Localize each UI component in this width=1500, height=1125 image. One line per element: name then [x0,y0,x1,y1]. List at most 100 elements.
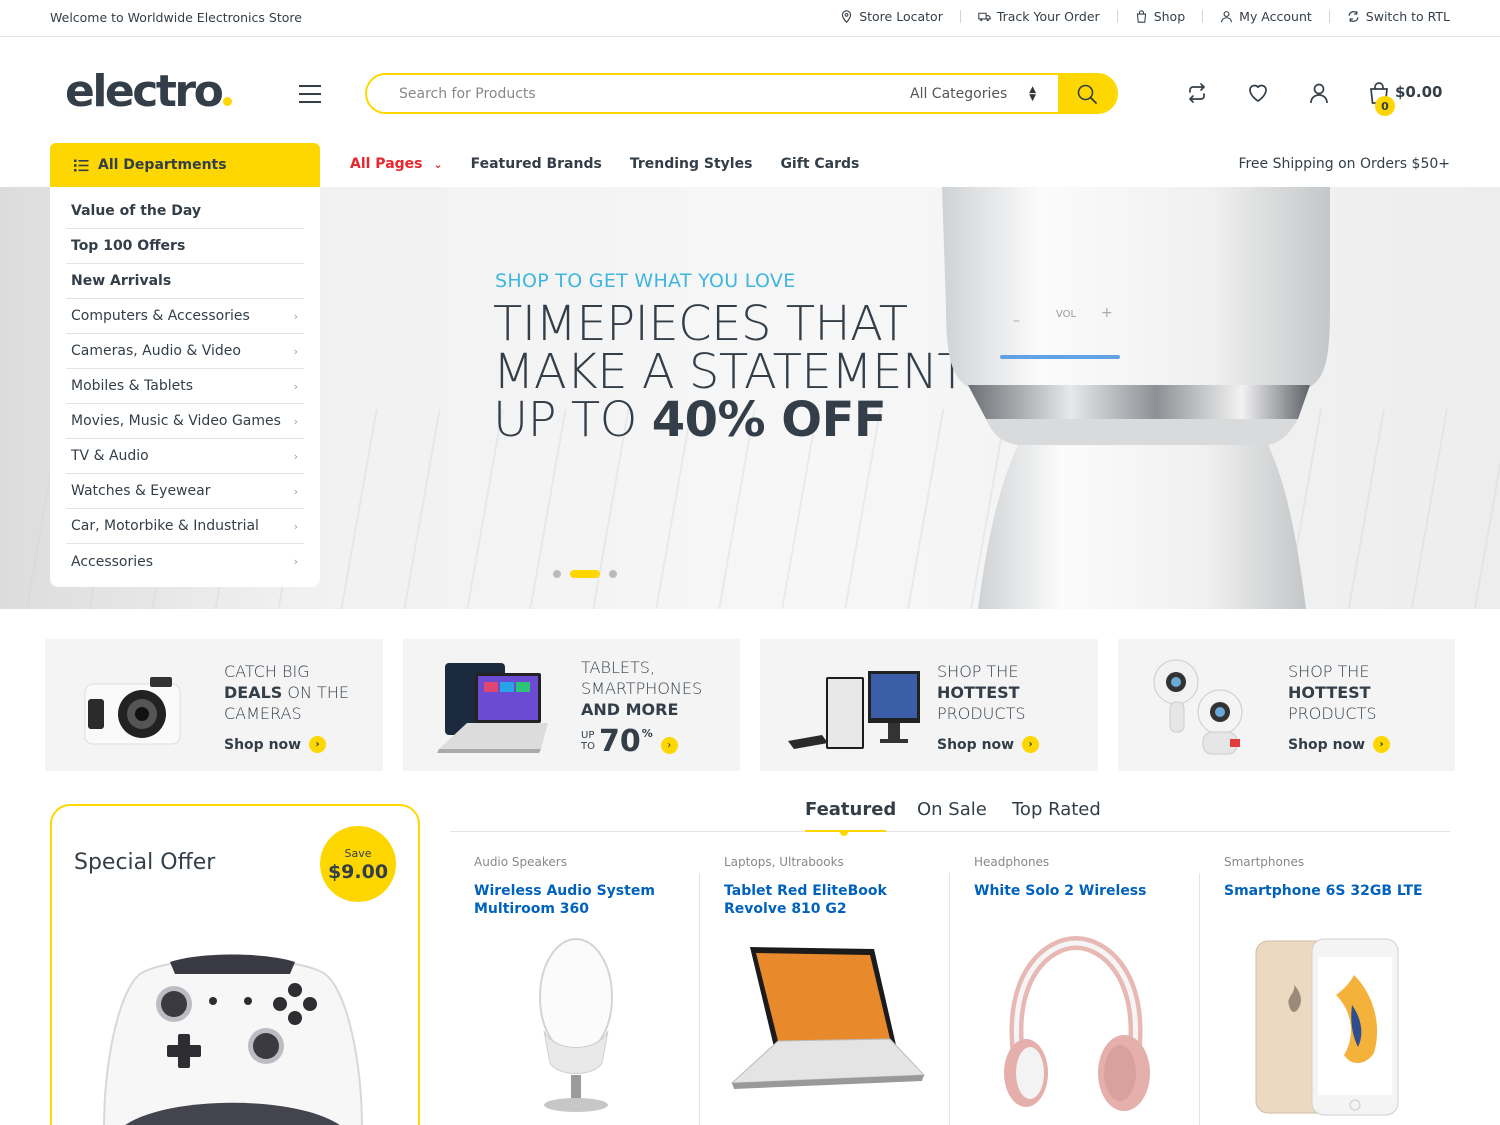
switch-rtl-link[interactable]: Switch to RTL [1347,9,1450,24]
dept-label: Computers & Accessories [71,308,250,324]
main-nav: All Pages ⌄ Featured Brands Trending Sty… [350,156,859,172]
wishlist-button[interactable] [1246,81,1270,109]
dept-watches-eyewear[interactable]: Watches & Eyewear › [66,474,304,509]
product-category[interactable]: Audio Speakers [474,855,567,869]
dept-mobiles-tablets[interactable]: Mobiles & Tablets › [66,369,304,404]
banner-2-bold: AND MORE [581,700,679,719]
slider-dot-3[interactable] [609,570,617,578]
chevron-right-icon: › [293,519,298,533]
track-order-link[interactable]: Track Your Order [978,9,1100,24]
speaker-product-image [539,938,613,1112]
dept-label: Mobiles & Tablets [71,378,194,394]
product-name[interactable]: Wireless Audio System Multiroom 360 [474,882,679,918]
product-name[interactable]: Tablet Red EliteBook Revolve 810 G2 [724,882,929,918]
dept-car-motorbike-industrial[interactable]: Car, Motorbike & Industrial › [66,509,304,544]
banner-4-shop-now[interactable]: Shop now › [1288,736,1391,753]
search-bar: All Categories ▲▼ [365,73,1118,114]
dept-label: Car, Motorbike & Industrial [71,518,259,534]
store-locator-label: Store Locator [859,9,943,24]
nav-all-pages[interactable]: All Pages ⌄ [350,156,443,172]
save-label: Save [344,847,372,860]
dept-new-arrivals[interactable]: New Arrivals [66,264,304,299]
dept-label: New Arrivals [71,273,172,289]
account-button[interactable] [1307,81,1331,109]
chevron-right-icon: › [309,736,327,753]
banner-4-line-3: PRODUCTS [1288,704,1377,723]
banner-1-bold: DEALS [224,683,283,702]
hero-heading: TIMEPIECES THAT MAKE A STATEMENT UP TO 4… [493,296,967,444]
product-category[interactable]: Headphones [974,855,1049,869]
hero-line-1: TIMEPIECES THAT [493,296,908,352]
banner-3-line-3: PRODUCTS [937,704,1026,723]
compare-icon [1189,83,1205,103]
laptop-product-image [730,947,926,1089]
dept-value-of-the-day[interactable]: Value of the Day [66,194,304,229]
site-logo[interactable]: electro [65,66,233,117]
special-offer-card[interactable]: Special Offer Save $9.00 [50,804,420,1125]
dept-tv-audio[interactable]: TV & Audio › [66,439,304,474]
slider-dot-1[interactable] [553,570,561,578]
welcome-text: Welcome to Worldwide Electronics Store [50,10,302,25]
cart-count-badge: 0 [1375,96,1395,116]
category-select[interactable]: All Categories ▲ ▼ [898,75,1058,112]
promo-banner-cameras[interactable]: CATCH BIG DEALS ON THE CAMERAS Shop now › [45,639,383,771]
hero-line-2: MAKE A STATEMENT [493,344,967,400]
compare-button[interactable] [1185,81,1209,109]
dept-computers-accessories[interactable]: Computers & Accessories › [66,299,304,334]
svg-text:+: + [1101,305,1113,321]
promo-banner-computers[interactable]: SHOP THE HOTTEST PRODUCTS Shop now › [760,639,1098,771]
product-card[interactable]: Audio Speakers Wireless Audio System Mul… [450,855,700,1125]
hamburger-menu-icon[interactable] [299,85,321,103]
hero-line-3-light: UP TO [493,392,637,448]
desktop-pc-product-image [788,671,920,749]
my-account-link[interactable]: My Account [1220,9,1312,24]
laptop-tablet-product-image [437,663,548,753]
product-card[interactable]: Laptops, Ultrabooks Tablet Red EliteBook… [700,855,950,1125]
shopping-bag-icon [1136,10,1146,23]
product-category[interactable]: Laptops, Ultrabooks [724,855,844,869]
nav-featured-brands[interactable]: Featured Brands [471,156,602,172]
dept-cameras-audio-video[interactable]: Cameras, Audio & Video › [66,334,304,369]
top-bar: Welcome to Worldwide Electronics Store S… [0,0,1500,37]
chevron-right-icon: › [293,449,298,463]
promo-banner-tablets[interactable]: TABLETS, SMARTPHONES AND MORE UP TO 70 % … [403,639,740,771]
nav-gift-cards[interactable]: Gift Cards [780,156,859,172]
tab-featured[interactable]: Featured [805,799,896,820]
banner-2-percent-sign: % [641,727,653,740]
product-card[interactable]: Headphones White Solo 2 Wireless [950,855,1200,1125]
shop-link[interactable]: Shop [1135,9,1185,24]
dept-accessories[interactable]: Accessories › [66,544,304,579]
banner-2-discount[interactable]: UP TO 70 % › [581,727,678,757]
heart-icon [1249,84,1267,102]
tab-on-sale[interactable]: On Sale [917,799,987,820]
banner-2-line-2: SMARTPHONES [581,679,703,698]
product-name[interactable]: White Solo 2 Wireless [974,882,1179,900]
store-locator-link[interactable]: Store Locator [840,9,943,24]
user-icon [1221,11,1233,23]
track-order-label: Track Your Order [996,9,1100,24]
hero-discount: 40% OFF [651,392,887,448]
search-input[interactable] [367,75,898,112]
nav-trending-styles[interactable]: Trending Styles [630,156,753,172]
dept-label: Accessories [71,553,154,570]
banner-1-shop-now[interactable]: Shop now › [224,736,327,753]
product-name[interactable]: Smartphone 6S 32GB LTE [1224,882,1429,900]
all-departments-button[interactable]: All Departments [50,143,320,187]
dept-label: Cameras, Audio & Video [71,343,241,359]
dept-top-100-offers[interactable]: Top 100 Offers [66,229,304,264]
search-button[interactable] [1058,75,1116,112]
banner-3-line-1: SHOP THE [937,662,1019,681]
save-badge: Save $9.00 [320,826,396,902]
all-departments-label: All Departments [98,157,227,173]
slider-dot-2[interactable] [570,570,600,578]
banner-2-line-1: TABLETS, [581,658,655,677]
banner-1-line-1: CATCH BIG [224,662,310,681]
product-category[interactable]: Smartphones [1224,855,1304,869]
promo-banner-vr-camera[interactable]: SHOP THE HOTTEST PRODUCTS Shop now › [1118,639,1455,771]
active-tab-marker [840,831,848,836]
tab-top-rated[interactable]: Top Rated [1012,799,1101,820]
chevron-right-icon: › [293,379,298,393]
product-card[interactable]: Smartphones Smartphone 6S 32GB LTE [1200,855,1450,1125]
dept-movies-music-games[interactable]: Movies, Music & Video Games › [66,404,304,439]
banner-3-shop-now[interactable]: Shop now › [937,736,1040,753]
